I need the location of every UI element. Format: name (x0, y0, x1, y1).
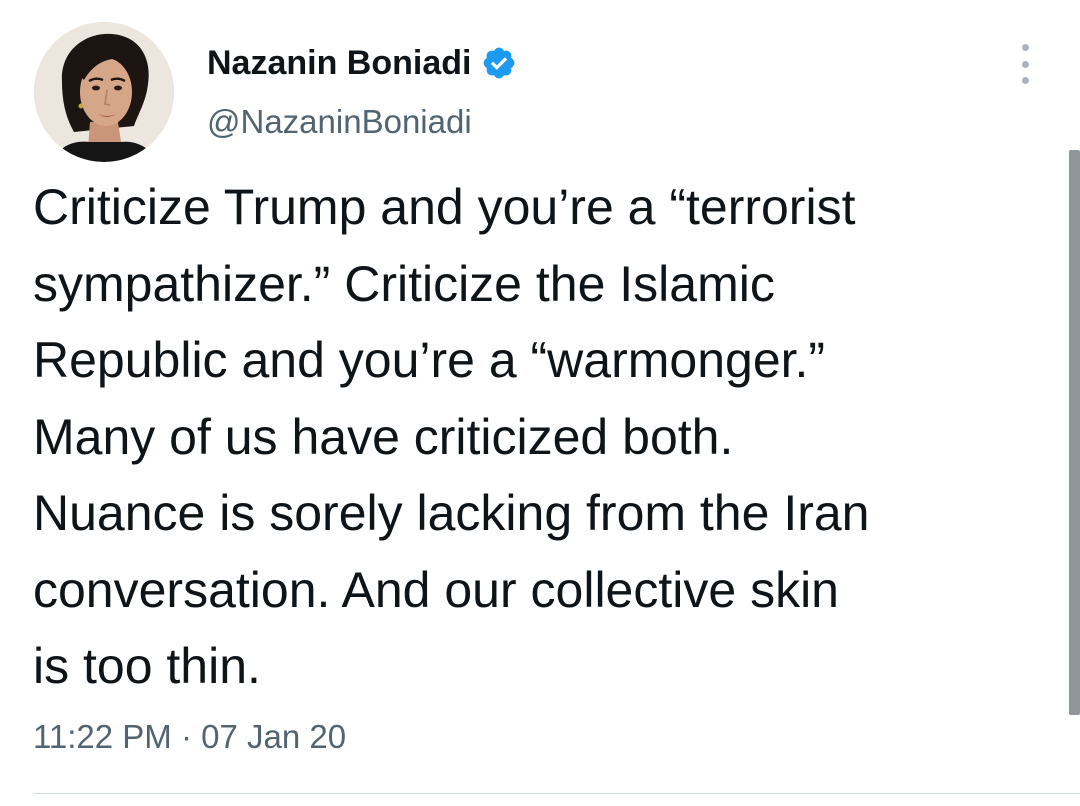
avatar-image (34, 22, 174, 162)
user-handle[interactable]: @NazaninBoniadi (207, 102, 472, 142)
verified-badge-icon (484, 47, 515, 79)
more-options-icon[interactable] (1012, 44, 1038, 84)
divider (33, 793, 1080, 794)
tweet-text-line: Criticize Trump and you’re a “terrorist (33, 179, 856, 235)
tweet-text-line: Many of us have criticized both. (33, 408, 734, 465)
tweet-text-line: conversation. And our collective skin (33, 561, 839, 618)
tweet-text-line: Republic and you’re a “warmonger.” (33, 332, 826, 388)
more-dot (1021, 60, 1029, 68)
tweet-card: Nazanin Boniadi @NazaninBoniadi Criticiz… (0, 0, 1080, 806)
name-row: Nazanin Boniadi (207, 43, 517, 83)
avatar[interactable] (34, 22, 174, 162)
tweet-time: 11:22 PM (33, 718, 172, 755)
meta-separator: · (180, 718, 192, 755)
scrollbar[interactable] (1069, 150, 1080, 715)
tweet-text-line: is too thin. (33, 638, 261, 694)
more-dot (1021, 77, 1029, 84)
tweet-date: 07 Jan 20 (201, 718, 347, 755)
tweet-text-line: sympathizer.” Criticize the Islamic (33, 255, 775, 312)
tweet-text-line: Nuance is sorely lacking from the Iran (33, 485, 870, 541)
tweet-timestamp[interactable]: 11:22 PM · 07 Jan 20 (33, 715, 346, 759)
tweet-text: Criticize Trump and you’re a “terrorist … (33, 169, 1053, 705)
display-name[interactable]: Nazanin Boniadi (207, 43, 471, 83)
more-dot (1021, 44, 1029, 51)
